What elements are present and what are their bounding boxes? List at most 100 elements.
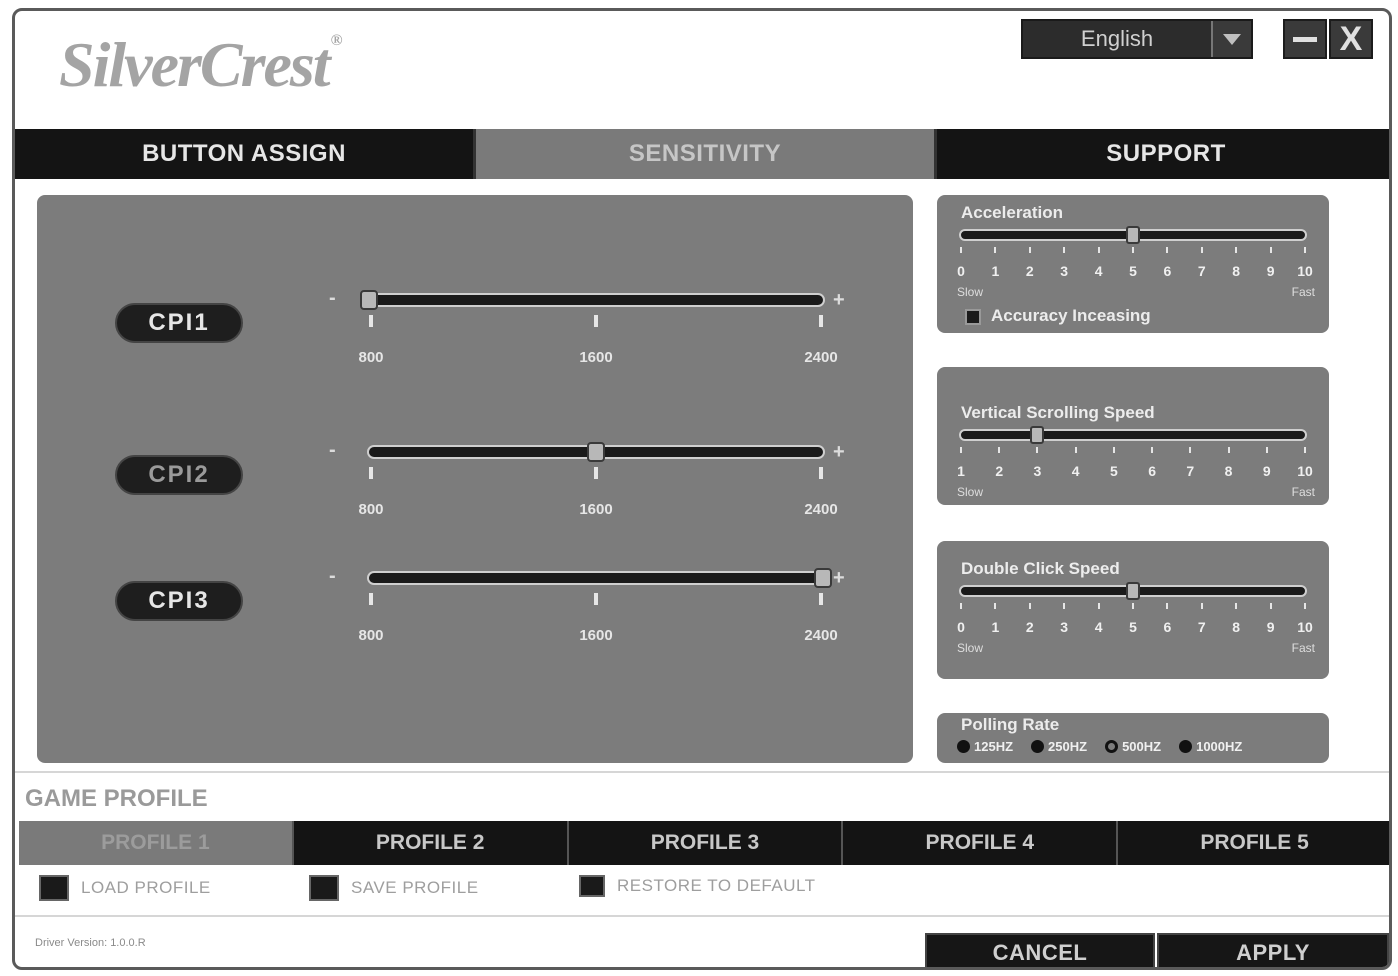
vertical-scroll-tick-label: 10 (1297, 463, 1313, 479)
vertical-scroll-tick-label: 5 (1109, 463, 1118, 479)
acceleration-tick-label: 2 (1025, 263, 1034, 279)
app-window: SilverCrest ® English X BUTTON ASSIGN SEN… (12, 8, 1392, 970)
load-profile-label: LOAD PROFILE (81, 878, 211, 897)
tab-profile-1[interactable]: PROFILE 1 (19, 821, 294, 865)
cpi-tick-label: 800 (358, 627, 384, 644)
close-button[interactable]: X (1329, 19, 1373, 59)
radio-button-icon[interactable] (1105, 740, 1119, 753)
cpi-tick-label: 2400 (804, 349, 838, 366)
polling-rate-option-1000hz[interactable]: 1000HZ (1179, 739, 1242, 754)
load-profile-button[interactable]: LOAD PROFILE (39, 875, 211, 901)
cpi-3-slider-handle[interactable] (814, 568, 832, 588)
tab-support[interactable]: SUPPORT (937, 129, 1389, 179)
apply-button[interactable]: APPLY (1157, 933, 1389, 967)
double-click-tick-label: 8 (1232, 619, 1241, 635)
acceleration-tick (1200, 247, 1203, 253)
cancel-button[interactable]: CANCEL (925, 933, 1155, 967)
footer-divider (15, 915, 1389, 917)
cpi-2-decrease-button[interactable]: - (329, 439, 336, 462)
tab-profile-5[interactable]: PROFILE 5 (1118, 821, 1389, 865)
double-click-tick (1063, 603, 1066, 609)
double-click-tick-label: 7 (1197, 619, 1206, 635)
chevron-down-icon[interactable] (1211, 21, 1251, 57)
polling-rate-option-500hz[interactable]: 500HZ (1105, 739, 1161, 754)
double-click-tick (1132, 603, 1134, 609)
vertical-scroll-tick (1304, 447, 1306, 453)
acceleration-tick (1304, 247, 1306, 253)
language-value: English (1080, 26, 1154, 51)
cpi-row: CPI1 - +800 1600 2400 (37, 287, 913, 405)
double-click-tick-label: 1 (991, 619, 1000, 635)
accuracy-increasing-label: Accuracy Inceasing (991, 306, 1151, 325)
language-select[interactable]: English (1021, 19, 1253, 59)
cpi-1-increase-button[interactable]: + (833, 289, 845, 312)
acceleration-tick (1269, 247, 1272, 253)
cpi-2-button[interactable]: CPI2 (115, 455, 243, 495)
cpi-3-button[interactable]: CPI3 (115, 581, 243, 621)
acceleration-slider-handle[interactable] (1126, 226, 1140, 244)
radio-button-icon[interactable] (1179, 740, 1193, 753)
tab-profile-4[interactable]: PROFILE 4 (843, 821, 1119, 865)
cpi-1-slider[interactable] (360, 290, 825, 310)
cpi-1-slider-handle[interactable] (360, 290, 378, 310)
double-click-tick (1269, 603, 1272, 609)
cpi-1-button[interactable]: CPI1 (115, 303, 243, 343)
acceleration-tick (1132, 247, 1134, 253)
polling-rate-option-250hz[interactable]: 250HZ (1031, 739, 1087, 754)
polling-rate-option-125hz[interactable]: 125HZ (957, 739, 1013, 754)
accuracy-increasing-checkbox[interactable] (965, 309, 981, 325)
cpi-3-decrease-button[interactable]: - (329, 565, 336, 588)
cpi-tick (819, 467, 823, 479)
cpi-2-slider[interactable] (367, 442, 825, 462)
cpi-3-increase-button[interactable]: + (833, 567, 845, 590)
polling-rate-label: 1000HZ (1196, 739, 1243, 754)
vertical-scroll-tick (1189, 447, 1192, 453)
double-click-title: Double Click Speed (961, 559, 1120, 578)
double-click-tick-label: 3 (1060, 619, 1069, 635)
game-profile-title: GAME PROFILE (25, 785, 208, 812)
acceleration-tick (1063, 247, 1066, 253)
acceleration-slider[interactable] (959, 226, 1307, 244)
vertical-scroll-slider[interactable] (959, 426, 1307, 444)
acceleration-tick (994, 247, 997, 253)
cpi-3-slider[interactable] (367, 568, 832, 588)
acceleration-tick (960, 247, 962, 253)
game-profile-bar: GAME PROFILE (15, 771, 1389, 821)
save-profile-button[interactable]: SAVE PROFILE (309, 875, 479, 901)
restore-default-button[interactable]: RESTORE TO DEFAULT (579, 875, 816, 897)
vertical-scroll-tick (1265, 447, 1268, 453)
tab-button-assign[interactable]: BUTTON ASSIGN (15, 129, 476, 179)
vertical-scroll-tick (1112, 447, 1115, 453)
cpi-tick (369, 593, 373, 605)
close-icon: X (1339, 19, 1363, 58)
double-click-tick-label: 5 (1129, 619, 1137, 635)
cpi-1-decrease-button[interactable]: - (329, 287, 336, 310)
vertical-scroll-tick-label: 4 (1071, 463, 1080, 479)
cpi-tick (819, 593, 823, 605)
double-click-tick (960, 603, 962, 609)
double-click-tick (1166, 603, 1169, 609)
vertical-scroll-tick-label: 3 (1033, 463, 1042, 479)
driver-version: Driver Version: 1.0.0.R (35, 937, 146, 949)
double-click-slider-handle[interactable] (1126, 582, 1140, 600)
tab-profile-2[interactable]: PROFILE 2 (293, 821, 569, 865)
vertical-scroll-slider-handle[interactable] (1030, 426, 1045, 444)
cpi-2-increase-button[interactable]: + (833, 441, 845, 464)
tab-sensitivity[interactable]: SENSITIVITY (476, 129, 937, 179)
vertical-scroll-tick-label: 6 (1148, 463, 1157, 479)
double-click-tick (1235, 603, 1238, 609)
minimize-button[interactable] (1283, 19, 1327, 59)
vertical-scroll-tick (1036, 447, 1039, 453)
silvercrest-logo: SilverCrest ® (59, 29, 343, 100)
cpi-panel: CPI1 - +800 1600 2400 CPI2 - +800 1600 2400 CPI3 - +… (37, 195, 913, 763)
cpi-2-slider-handle[interactable] (587, 442, 605, 462)
cpi-row: CPI3 - +800 1600 2400 (37, 565, 913, 683)
cpi-tick (819, 315, 823, 327)
vertical-scroll-title: Vertical Scrolling Speed (961, 403, 1155, 422)
tab-profile-3[interactable]: PROFILE 3 (568, 821, 844, 865)
radio-button-icon[interactable] (957, 740, 970, 753)
vertical-scroll-panel: Vertical Scrolling Speed 1 2 3 4 5 6 7 8 9 10 Slo… (937, 367, 1329, 505)
radio-button-icon[interactable] (1031, 740, 1045, 753)
acceleration-tick-label: 9 (1266, 263, 1275, 279)
double-click-slider[interactable] (959, 582, 1307, 600)
